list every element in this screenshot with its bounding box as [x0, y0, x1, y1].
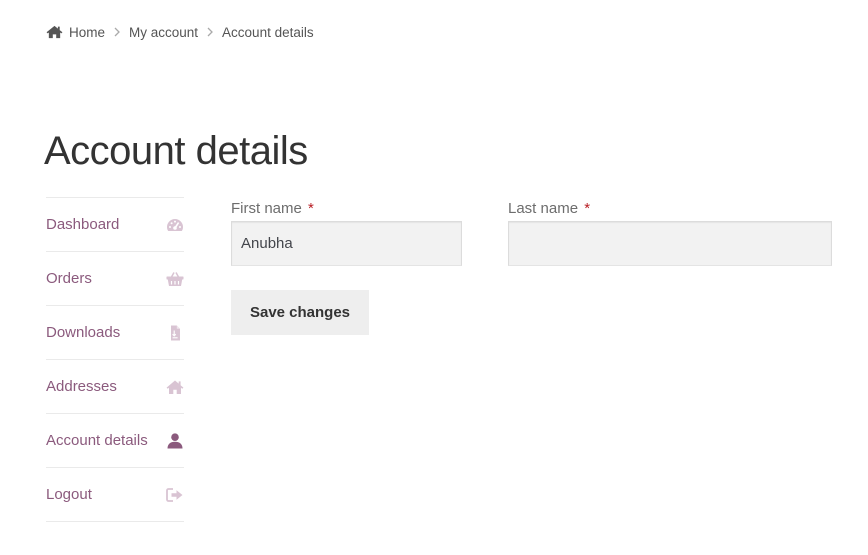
basket-icon — [166, 271, 184, 286]
chevron-right-icon — [114, 27, 120, 37]
save-changes-button[interactable]: Save changes — [231, 290, 369, 335]
first-name-input[interactable] — [231, 221, 462, 266]
nav-link-orders[interactable]: Orders — [46, 269, 92, 289]
breadcrumb: Home My account Account details — [46, 23, 314, 41]
last-name-label-text: Last name — [508, 200, 579, 217]
breadcrumb-current: Account details — [222, 24, 314, 40]
file-download-icon — [171, 325, 180, 340]
nav-item-addresses[interactable]: Addresses — [46, 360, 184, 414]
nav-item-orders[interactable]: Orders — [46, 252, 184, 306]
chevron-right-icon — [207, 27, 213, 37]
nav-item-downloads[interactable]: Downloads — [46, 306, 184, 360]
nav-link-account-details[interactable]: Account details — [46, 431, 148, 451]
nav-item-dashboard[interactable]: Dashboard — [46, 198, 184, 252]
nav-item-logout[interactable]: Logout — [46, 468, 184, 522]
sign-out-icon — [166, 487, 183, 502]
first-name-label-text: First name — [231, 200, 302, 217]
nav-item-account-details[interactable]: Account details — [46, 414, 184, 468]
nav-link-logout[interactable]: Logout — [46, 485, 92, 505]
last-name-input[interactable] — [508, 221, 832, 266]
last-name-label: Last name * — [508, 199, 832, 219]
last-name-row: Last name * — [508, 199, 832, 266]
home-icon[interactable] — [46, 25, 63, 39]
nav-link-downloads[interactable]: Downloads — [46, 323, 120, 343]
breadcrumb-home-link[interactable]: Home — [69, 25, 105, 40]
user-icon — [167, 432, 183, 448]
page-title: Account details — [44, 129, 308, 173]
account-navigation: Dashboard Orders Downloads Addresses Acc… — [46, 197, 184, 522]
breadcrumb-my-account-link[interactable]: My account — [129, 25, 198, 40]
required-mark: * — [584, 200, 591, 217]
dashboard-gauge-icon — [167, 218, 183, 231]
required-mark: * — [308, 200, 314, 217]
first-name-label: First name * — [231, 199, 462, 219]
first-name-row: First name * — [231, 199, 462, 266]
nav-link-dashboard[interactable]: Dashboard — [46, 215, 119, 235]
nav-link-addresses[interactable]: Addresses — [46, 377, 117, 397]
home-icon — [166, 380, 184, 394]
